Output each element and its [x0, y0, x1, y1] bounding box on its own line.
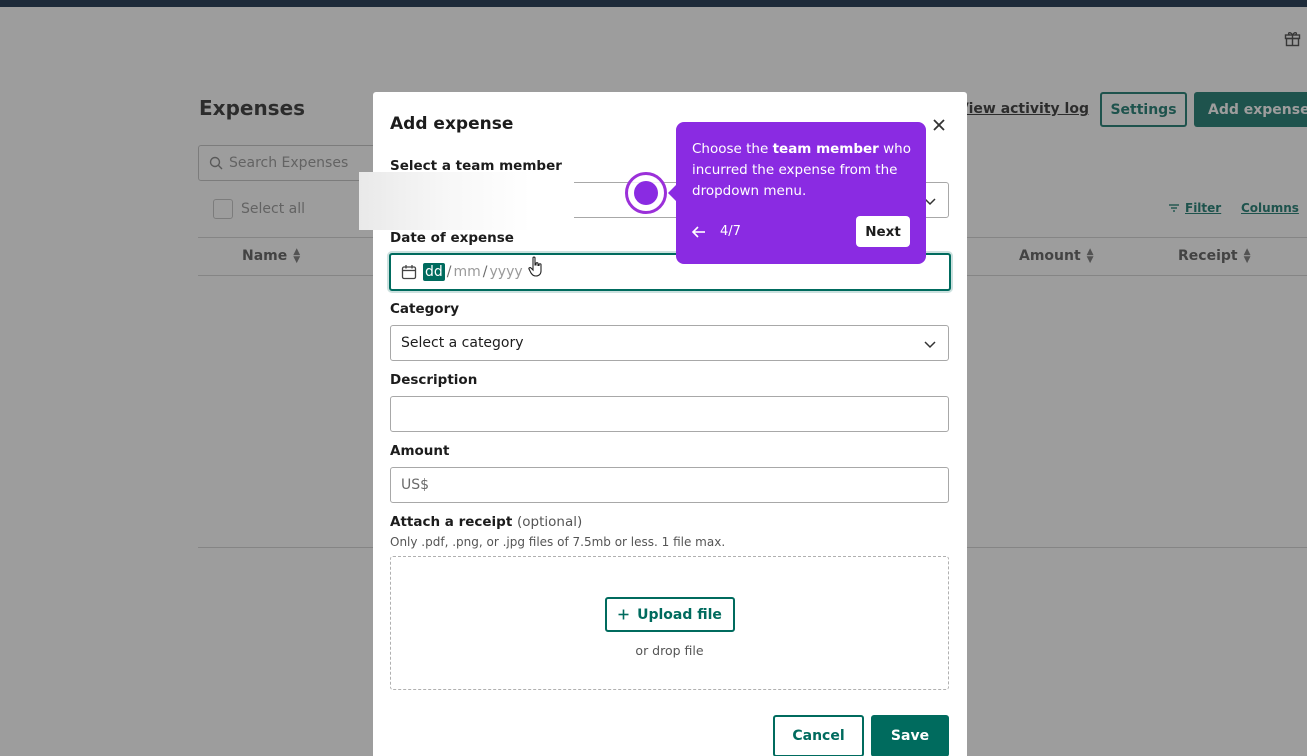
arrow-left-icon[interactable]	[691, 225, 707, 239]
date-separator: /	[446, 264, 452, 280]
save-button[interactable]: Save	[871, 715, 949, 756]
upload-file-label: Upload file	[637, 606, 722, 623]
date-separator: /	[482, 264, 488, 280]
receipt-label: Attach a receipt (optional)	[390, 514, 582, 530]
amount-placeholder: US$	[401, 477, 430, 493]
tour-hotspot-dot	[634, 181, 658, 205]
date-year-segment[interactable]: yyyy	[490, 264, 523, 280]
top-bar	[0, 0, 1307, 7]
tour-next-button[interactable]: Next	[856, 216, 910, 247]
tooltip-text-bold: team member	[772, 141, 879, 157]
tooltip-arrow	[668, 184, 677, 202]
cancel-button[interactable]: Cancel	[773, 715, 864, 756]
category-select[interactable]: Select a category	[390, 325, 949, 361]
tooltip-text-start: Choose the	[692, 141, 773, 157]
description-input[interactable]	[390, 396, 949, 432]
chevron-down-icon	[924, 341, 936, 349]
category-label: Category	[390, 301, 460, 317]
date-label: Date of expense	[390, 230, 514, 246]
receipt-dropzone[interactable]: Upload file or drop file	[390, 556, 949, 690]
receipt-label-text: Attach a receipt	[390, 514, 513, 530]
close-icon[interactable]	[931, 117, 947, 133]
upload-file-button[interactable]: Upload file	[605, 597, 735, 632]
date-month-segment[interactable]: mm	[454, 264, 481, 280]
description-label: Description	[390, 372, 478, 388]
category-value: Select a category	[401, 335, 524, 351]
tour-tooltip: Choose the team member who incurred the …	[668, 122, 926, 264]
amount-label: Amount	[390, 443, 450, 459]
calendar-icon	[401, 265, 417, 280]
date-day-segment[interactable]: dd	[423, 263, 445, 281]
tour-step-counter: 4/7	[720, 224, 741, 239]
hand-cursor-icon	[528, 256, 542, 277]
blurred-region	[359, 172, 574, 230]
drop-file-text: or drop file	[635, 643, 704, 658]
plus-icon	[618, 609, 629, 620]
amount-input[interactable]: US$	[390, 467, 949, 503]
tour-hotspot[interactable]	[625, 172, 667, 214]
receipt-optional: (optional)	[517, 514, 583, 530]
tooltip-text: Choose the team member who incurred the …	[692, 139, 914, 202]
receipt-hint: Only .pdf, .png, or .jpg files of 7.5mb …	[390, 535, 726, 549]
modal-title: Add expense	[390, 114, 514, 134]
